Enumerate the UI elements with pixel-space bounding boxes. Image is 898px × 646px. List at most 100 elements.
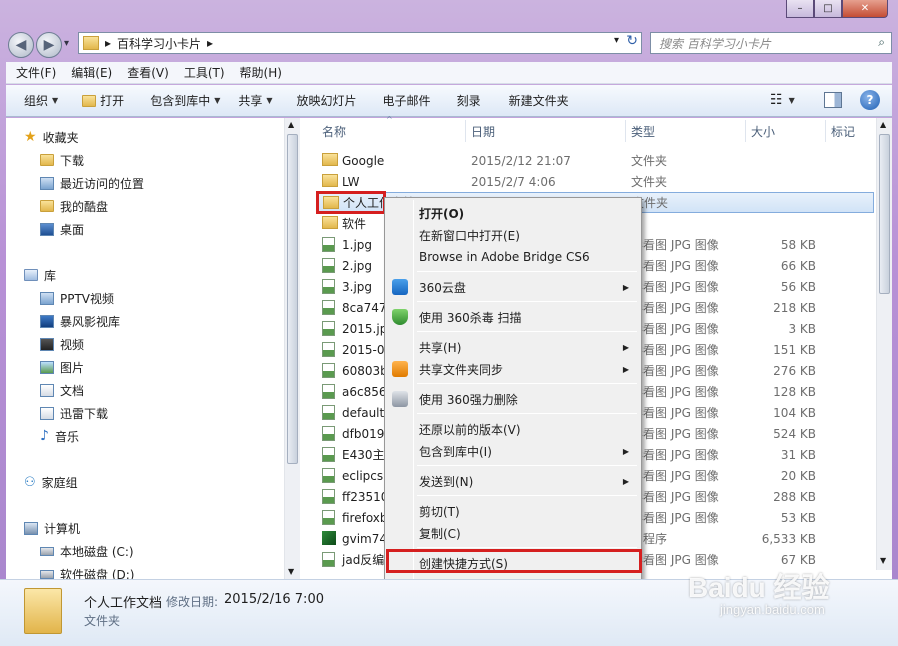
menu-view[interactable]: 查看(V)	[127, 64, 169, 81]
address-bar[interactable]: ▸ 百科学习小卡片 ▸ ▾ ↻	[78, 32, 642, 54]
file-row[interactable]: LW 2015/2/7 4:06 文件夹	[316, 171, 874, 192]
nav-pane-scrollbar[interactable]: ▲ ▼	[284, 118, 300, 579]
menu-tools[interactable]: 工具(T)	[184, 64, 225, 81]
scrollbar-thumb[interactable]	[879, 134, 890, 294]
history-dropdown-icon[interactable]: ▾	[64, 38, 69, 49]
scroll-down-icon[interactable]: ▼	[288, 567, 294, 576]
menu-file[interactable]: 文件(F)	[16, 64, 56, 81]
menu-item-label: 在新窗口中打开(E)	[419, 228, 520, 243]
nav-recent[interactable]: 最近访问的位置	[40, 173, 144, 193]
column-divider[interactable]	[625, 120, 626, 142]
context-menu-item[interactable]: 打开(O)	[387, 202, 639, 224]
file-name: firefoxb	[342, 510, 388, 525]
column-divider[interactable]	[825, 120, 826, 142]
help-icon[interactable]: ?	[860, 90, 880, 110]
file-size: 218 KB	[773, 300, 816, 315]
file-list-scrollbar[interactable]: ▲ ▼	[876, 118, 892, 570]
nav-libraries[interactable]: 库	[24, 265, 56, 285]
column-header-tags[interactable]: 标记	[831, 120, 855, 142]
change-view-button[interactable]: ☷ ▼	[770, 92, 795, 108]
nav-documents[interactable]: 文档	[40, 380, 84, 400]
close-button[interactable]: ✕	[842, 0, 888, 18]
context-menu-item[interactable]: 使用 360杀毒 扫描	[387, 306, 639, 328]
menu-help[interactable]: 帮助(H)	[240, 64, 282, 81]
column-header-name[interactable]: 名称	[322, 120, 346, 142]
menu-item-label: 还原以前的版本(V)	[419, 422, 521, 437]
maximize-button[interactable]: □	[814, 0, 842, 18]
slideshow-button[interactable]: 放映幻灯片	[297, 92, 357, 109]
include-in-library-button[interactable]: 包含到库中 ▼	[150, 92, 220, 109]
column-divider[interactable]	[465, 120, 466, 142]
minimize-button[interactable]: –	[786, 0, 814, 18]
nav-computer-label: 计算机	[44, 521, 81, 536]
nav-computer[interactable]: 计算机	[24, 518, 80, 538]
organize-button[interactable]: 组织 ▼	[24, 92, 58, 109]
cloud-icon	[392, 279, 408, 295]
column-header-date[interactable]: 日期	[471, 120, 495, 142]
context-menu-item[interactable]: 共享文件夹同步 ▶	[387, 358, 639, 380]
slideshow-label: 放映幻灯片	[296, 94, 357, 108]
nav-xunlei[interactable]: 迅雷下载	[40, 403, 108, 423]
nav-label: 音乐	[54, 429, 79, 444]
nav-kupan[interactable]: 我的酷盘	[40, 196, 108, 216]
nav-music[interactable]: ♪ 音乐	[40, 426, 79, 446]
breadcrumb-folder[interactable]: 百科学习小卡片	[117, 35, 201, 52]
menu-separator	[417, 271, 637, 272]
nav-download[interactable]: 下载	[40, 150, 84, 170]
context-menu-item[interactable]: 复制(C)	[387, 522, 639, 544]
column-header-type[interactable]: 类型	[631, 120, 655, 142]
context-menu-item[interactable]: 包含到库中(I) ▶	[387, 440, 639, 462]
file-size: 288 KB	[773, 489, 816, 504]
nav-pptv[interactable]: PPTV视频	[40, 288, 114, 308]
nav-video[interactable]: 视频	[40, 334, 84, 354]
search-input[interactable]: 搜索 百科学习小卡片 ⌕	[650, 32, 892, 54]
refresh-icon[interactable]: ↻	[626, 33, 638, 49]
open-button[interactable]: 打开	[82, 92, 124, 109]
file-type: 影看图 JPG 图像	[631, 427, 719, 441]
column-divider[interactable]	[745, 120, 746, 142]
nav-pictures[interactable]: 图片	[40, 357, 84, 377]
new-folder-button[interactable]: 新建文件夹	[509, 92, 569, 109]
scroll-down-icon[interactable]: ▼	[880, 556, 886, 565]
column-header-size[interactable]: 大小	[751, 120, 775, 142]
context-menu-item[interactable]: 使用 360强力删除	[387, 388, 639, 410]
email-button[interactable]: 电子邮件	[383, 92, 431, 109]
nav-baofeng[interactable]: 暴风影视库	[40, 311, 120, 331]
include-label: 包含到库中	[150, 94, 211, 108]
nav-favorites[interactable]: ★ 收藏夹	[24, 127, 79, 147]
scroll-up-icon[interactable]: ▲	[288, 120, 294, 129]
sync-icon	[392, 361, 408, 377]
jpeg-file-icon	[322, 447, 335, 462]
file-name: 2.jpg	[342, 258, 373, 273]
back-button[interactable]: ◀	[8, 32, 34, 58]
preview-pane-icon[interactable]	[824, 92, 842, 108]
new-folder-label: 新建文件夹	[508, 94, 569, 108]
context-menu-item[interactable]: Browse in Adobe Bridge CS6	[387, 246, 639, 268]
file-type: 影看图 JPG 图像	[631, 511, 719, 525]
file-type: 影看图 JPG 图像	[631, 238, 719, 252]
scrollbar-thumb[interactable]	[287, 134, 298, 464]
address-dropdown-icon[interactable]: ▾	[614, 35, 619, 46]
view-list-icon: ☷	[770, 92, 783, 108]
jpeg-file-icon	[322, 468, 335, 483]
context-menu-item[interactable]: 共享(H) ▶	[387, 336, 639, 358]
context-menu-item[interactable]: 发送到(N) ▶	[387, 470, 639, 492]
share-button[interactable]: 共享 ▼	[238, 92, 272, 109]
context-menu-item[interactable]: 剪切(T)	[387, 500, 639, 522]
file-name: Google	[342, 153, 385, 168]
organize-label: 组织	[24, 94, 49, 108]
nav-drive-c[interactable]: 本地磁盘 (C:)	[40, 541, 134, 561]
scroll-up-icon[interactable]: ▲	[880, 120, 886, 129]
search-icon[interactable]: ⌕	[878, 35, 885, 50]
nav-homegroup[interactable]: ⚇ 家庭组	[24, 472, 78, 492]
nav-label: 文档	[60, 383, 85, 398]
context-menu-item[interactable]: 360云盘 ▶	[387, 276, 639, 298]
nav-desktop[interactable]: 桌面	[40, 219, 84, 239]
burn-button[interactable]: 刻录	[457, 92, 481, 109]
folder-icon	[322, 153, 338, 166]
forward-button[interactable]: ▶	[36, 32, 62, 58]
menu-edit[interactable]: 编辑(E)	[71, 64, 112, 81]
file-row[interactable]: Google 2015/2/12 21:07 文件夹	[316, 150, 874, 171]
context-menu-item[interactable]: 还原以前的版本(V)	[387, 418, 639, 440]
context-menu-item[interactable]: 在新窗口中打开(E)	[387, 224, 639, 246]
